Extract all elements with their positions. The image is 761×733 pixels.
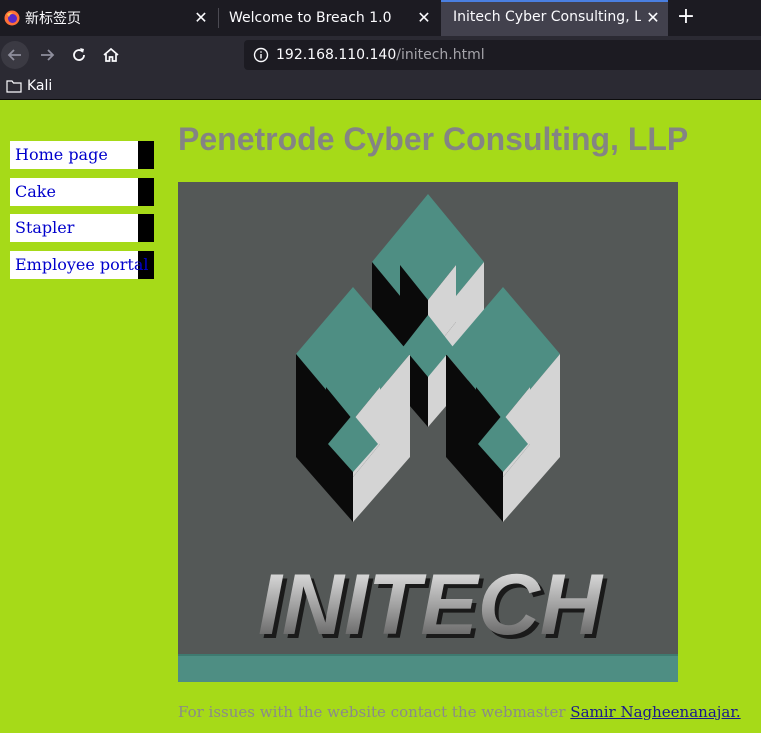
- bookmarks-toolbar: Kali: [0, 74, 761, 100]
- logo-stripe: [178, 654, 678, 682]
- tab-initech[interactable]: Initech Cyber Consulting, LLC ✕: [441, 0, 668, 36]
- sidebar-item-employee-portal[interactable]: Employee portal: [10, 251, 154, 279]
- navigation-toolbar: 192.168.110.140/initech.html: [0, 36, 761, 74]
- bookmark-label: Kali: [27, 78, 53, 94]
- folder-icon: [6, 80, 22, 93]
- stapler-link[interactable]: Stapler: [15, 218, 74, 237]
- tab-new-tab[interactable]: 新标签页 ✕: [0, 0, 217, 36]
- close-tab-icon[interactable]: ✕: [415, 9, 433, 27]
- webmaster-link[interactable]: Samir Nagheenanajar.: [570, 703, 740, 721]
- cake-link[interactable]: Cake: [15, 182, 56, 201]
- sidebar-item-stapler[interactable]: Stapler: [10, 214, 154, 242]
- tab-bar: 新标签页 ✕ Welcome to Breach 1.0 ✕ Initech C…: [0, 0, 761, 36]
- info-icon[interactable]: [253, 47, 269, 63]
- back-arrow-icon: [7, 49, 21, 61]
- reload-button[interactable]: [65, 41, 93, 69]
- home-button[interactable]: [97, 41, 125, 69]
- tab-label: 新标签页: [25, 11, 81, 27]
- tab-label: Welcome to Breach 1.0: [229, 10, 392, 26]
- initech-emblem-icon: INITECH INITECH: [258, 194, 608, 657]
- page-title: Penetrode Cyber Consulting, LLP: [178, 121, 689, 157]
- sidebar-item-cake[interactable]: Cake: [10, 178, 154, 206]
- home-icon: [103, 47, 119, 62]
- employee-portal-link[interactable]: Employee portal: [15, 255, 149, 274]
- reload-icon: [73, 48, 85, 61]
- bookmark-kali[interactable]: Kali: [6, 78, 52, 94]
- footer-text: For issues with the website contact the …: [178, 703, 571, 721]
- initech-wordmark: INITECH: [258, 557, 604, 653]
- home-page-link[interactable]: Home page: [15, 145, 108, 164]
- tab-breach[interactable]: Welcome to Breach 1.0 ✕: [219, 0, 439, 36]
- url-path: /initech.html: [396, 47, 485, 63]
- sidebar-item-home-page[interactable]: Home page: [10, 141, 154, 169]
- forward-button[interactable]: [33, 41, 61, 69]
- footer: For issues with the website contact the …: [178, 703, 741, 721]
- url-bar[interactable]: 192.168.110.140/initech.html: [244, 40, 761, 70]
- initech-logo: INITECH INITECH: [178, 182, 678, 682]
- url-host: 192.168.110.140: [276, 47, 397, 63]
- firefox-icon: [4, 10, 20, 26]
- forward-arrow-icon: [41, 49, 55, 61]
- close-tab-icon[interactable]: ✕: [192, 9, 210, 27]
- close-tab-icon[interactable]: ✕: [644, 9, 662, 27]
- back-button[interactable]: [1, 41, 29, 69]
- tab-label: Initech Cyber Consulting, LLC: [453, 9, 641, 25]
- new-tab-icon[interactable]: +: [674, 6, 698, 30]
